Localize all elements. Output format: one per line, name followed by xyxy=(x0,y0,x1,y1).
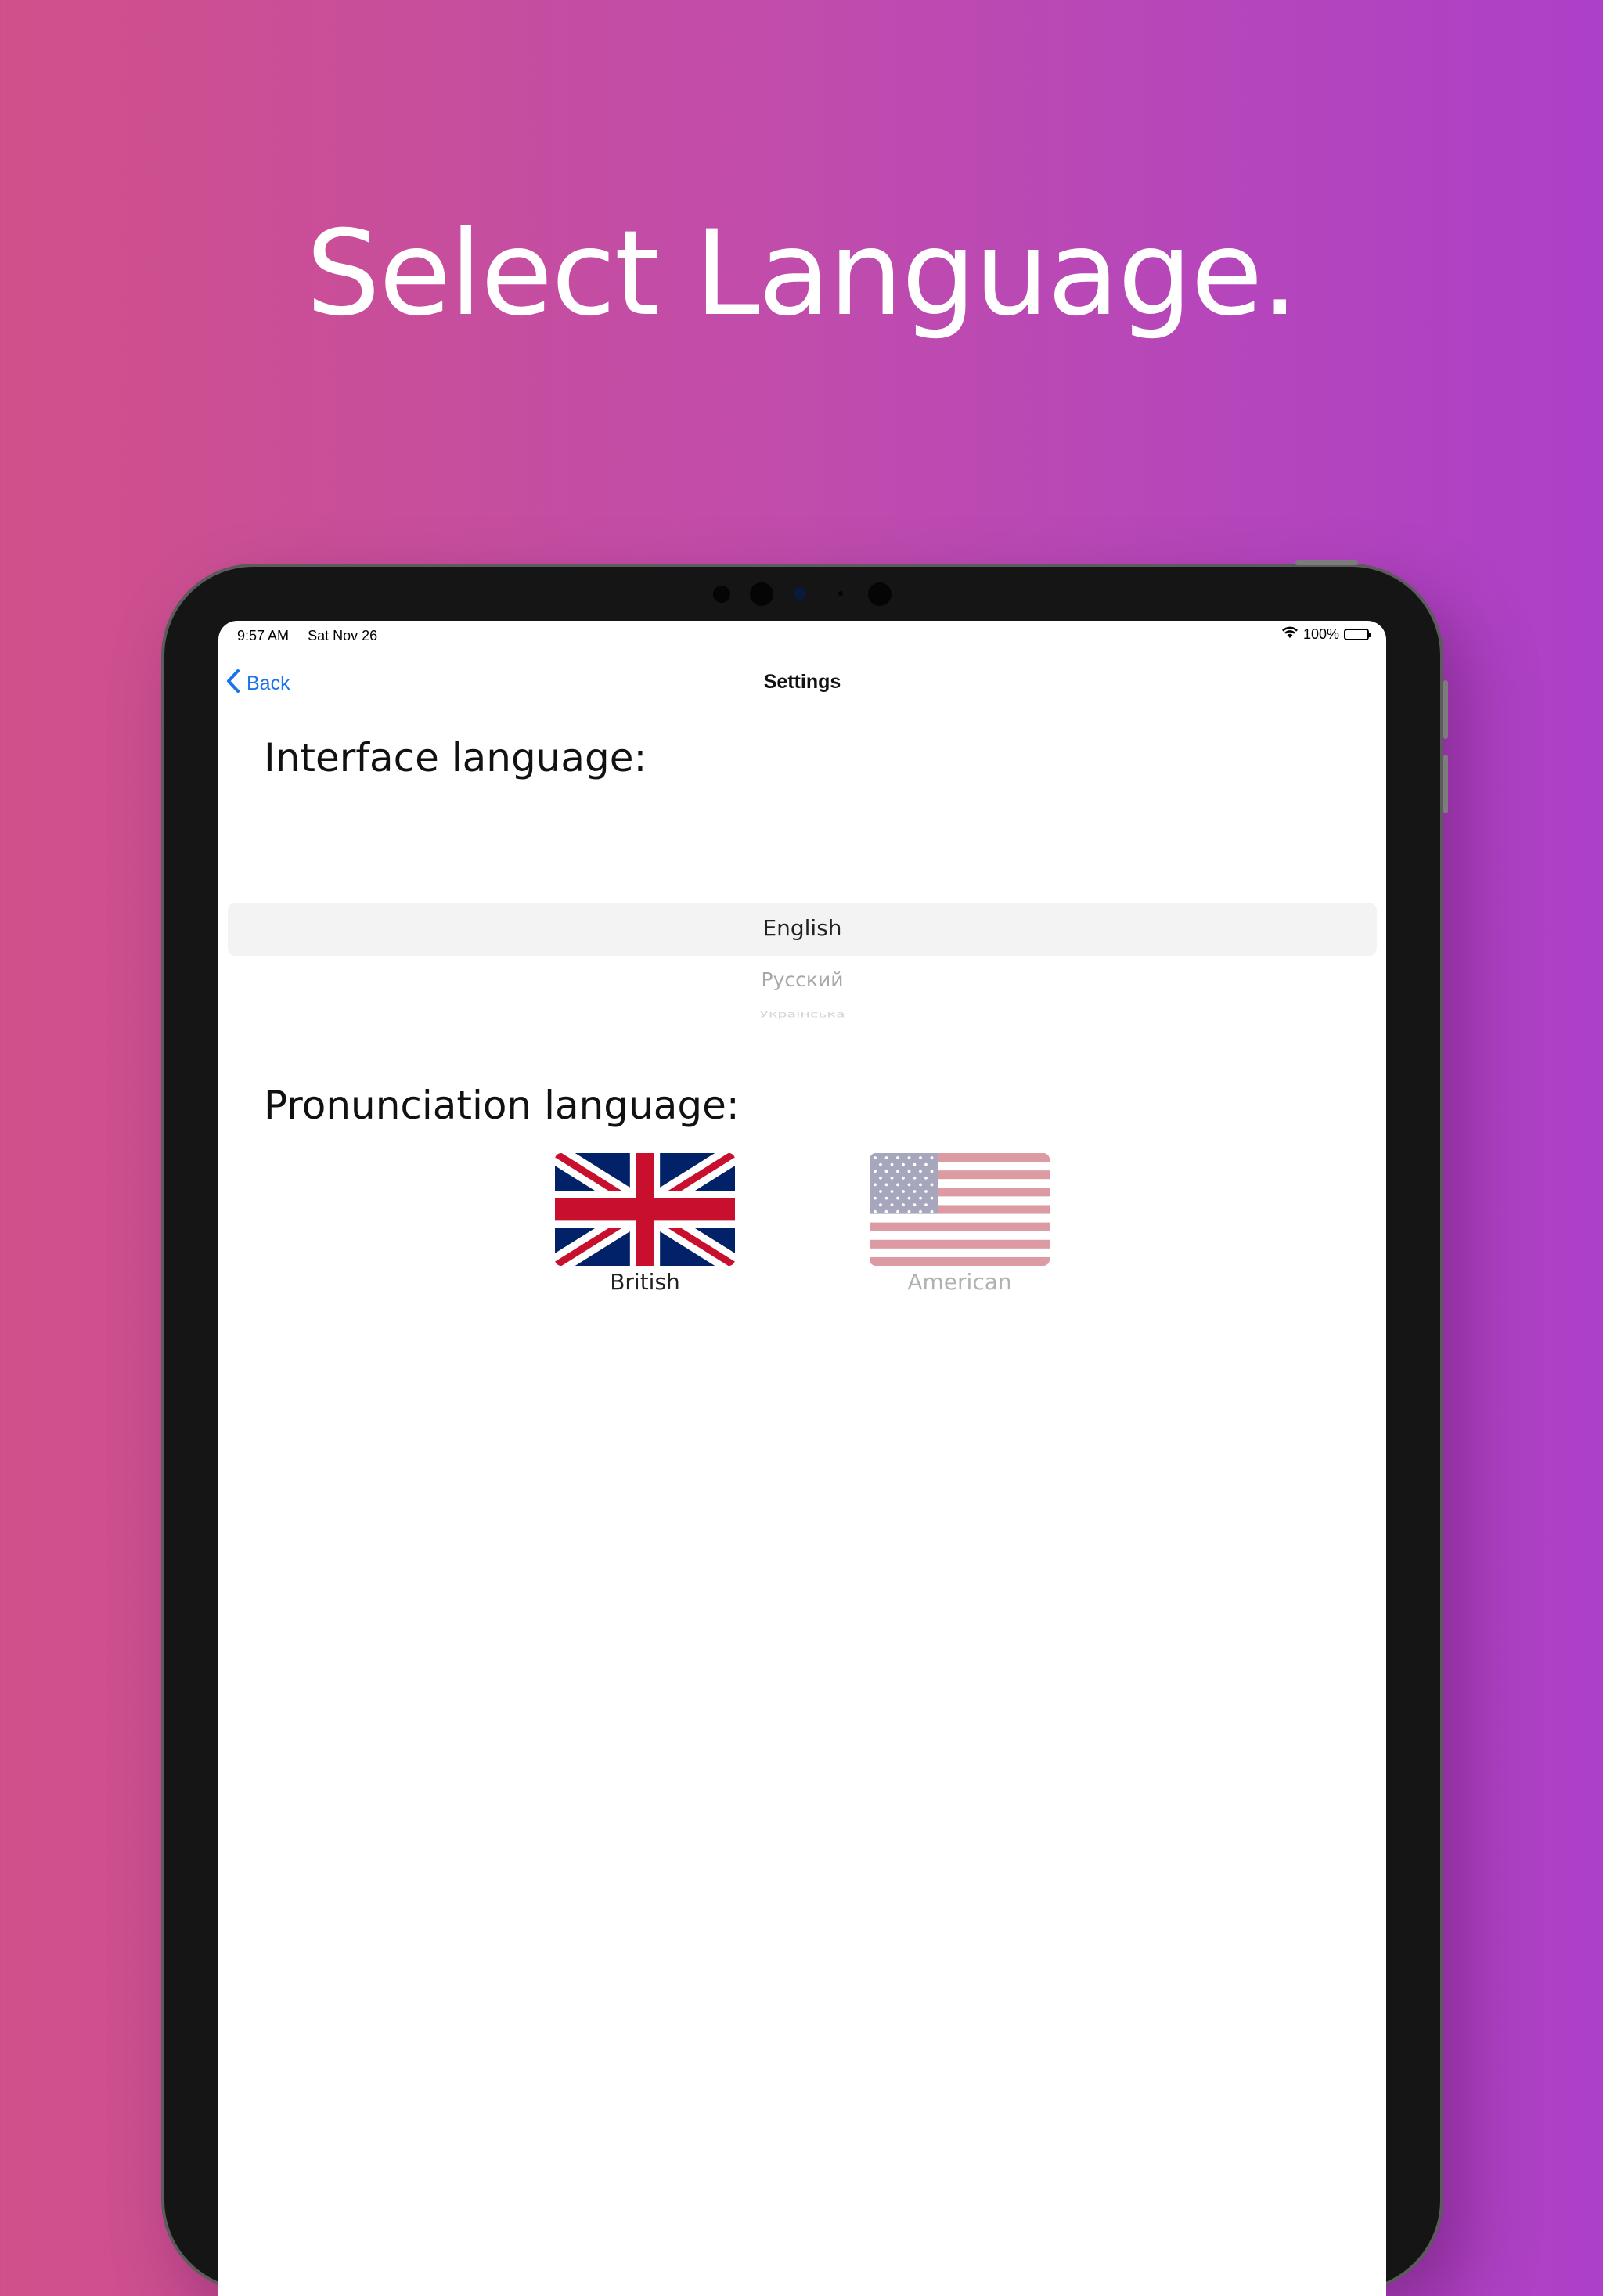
navigation-bar: Back Settings xyxy=(218,647,1386,715)
battery-percent: 100% xyxy=(1302,626,1339,642)
volume-up-button xyxy=(1443,680,1448,739)
promo-headline: Select Language. xyxy=(305,206,1299,342)
app-screen: 9:57 AM Sat Nov 26 100% Back Settings In… xyxy=(218,621,1386,2296)
pronunciation-language-title: Pronunciation language: xyxy=(264,1083,740,1128)
american-option[interactable]: American xyxy=(870,1153,1050,1295)
uk-flag-icon xyxy=(555,1153,735,1266)
top-button xyxy=(1295,560,1358,565)
british-label: British xyxy=(610,1269,680,1295)
picker-item-ukrainian[interactable]: Українська xyxy=(228,1009,1377,1019)
status-time: 9:57 AM xyxy=(237,628,290,643)
camera-housing xyxy=(164,579,1440,607)
british-option[interactable]: British xyxy=(555,1153,735,1295)
wifi-icon xyxy=(1281,626,1299,643)
us-flag-icon xyxy=(870,1153,1050,1266)
volume-down-button xyxy=(1443,755,1448,813)
battery-icon xyxy=(1344,629,1371,640)
nav-title: Settings xyxy=(763,671,841,693)
picker-item-russian[interactable]: Русский xyxy=(228,968,1377,991)
american-label: American xyxy=(907,1269,1012,1295)
status-bar: 9:57 AM Sat Nov 26 100% xyxy=(218,621,1386,647)
picker-item-english[interactable]: English xyxy=(228,915,1377,941)
interface-language-title: Interface language: xyxy=(264,735,647,780)
ipad-frame: 9:57 AM Sat Nov 26 100% Back Settings In… xyxy=(161,560,1448,2296)
interface-language-picker[interactable]: English Русский Українська xyxy=(228,903,1377,1043)
status-date: Sat Nov 26 xyxy=(308,628,378,643)
